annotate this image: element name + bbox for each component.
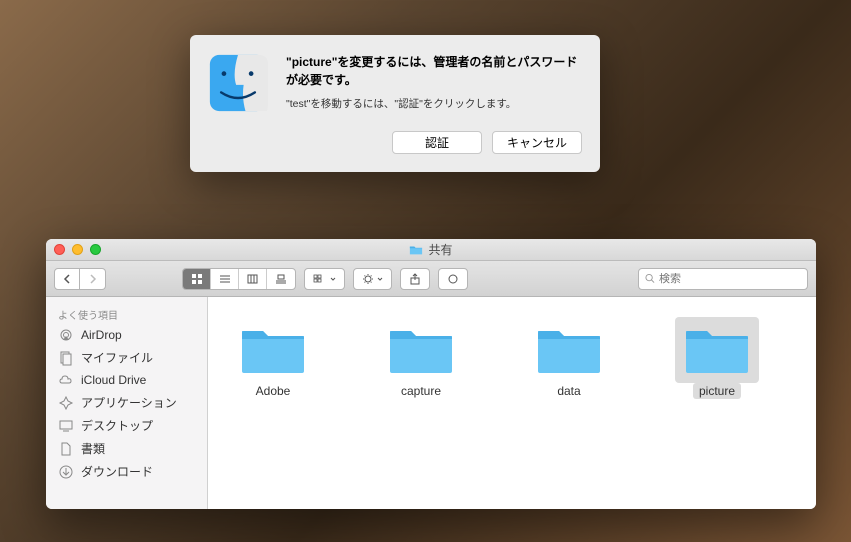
share-button[interactable]: [400, 268, 430, 290]
folder-picture[interactable]: picture: [662, 317, 772, 399]
sidebar-item-apps[interactable]: アプリケーション: [46, 391, 207, 414]
search-field[interactable]: [638, 268, 808, 290]
window-title: 共有: [46, 241, 816, 258]
finder-window: 共有 よく使う項目 AirDrop マイファイル iCloud Driv: [46, 239, 816, 509]
sidebar-item-icloud[interactable]: iCloud Drive: [46, 369, 207, 391]
dialog-message: "test"を移動するには、"認証"をクリックします。: [286, 97, 582, 112]
auth-dialog: "picture"を変更するには、管理者の名前とパスワードが必要です。 "tes…: [190, 35, 600, 172]
cancel-button[interactable]: キャンセル: [492, 131, 582, 154]
folder-Adobe[interactable]: Adobe: [218, 317, 328, 399]
folder-label: picture: [693, 383, 741, 399]
list-view-button[interactable]: [211, 269, 239, 289]
forward-button[interactable]: [80, 268, 106, 290]
content-area[interactable]: Adobe capture data picture: [208, 297, 816, 509]
sidebar-item-myfiles[interactable]: マイファイル: [46, 346, 207, 369]
folder-label: capture: [395, 383, 447, 399]
sidebar-item-desktop[interactable]: デスクトップ: [46, 414, 207, 437]
action-button[interactable]: [353, 268, 392, 290]
icon-view-button[interactable]: [183, 269, 211, 289]
back-button[interactable]: [54, 268, 80, 290]
folder-icon: [675, 317, 759, 383]
sidebar-item-airdrop[interactable]: AirDrop: [46, 324, 207, 346]
toolbar: [46, 261, 816, 297]
folder-capture[interactable]: capture: [366, 317, 476, 399]
folder-icon: [231, 317, 315, 383]
folder-icon: [527, 317, 611, 383]
sidebar: よく使う項目 AirDrop マイファイル iCloud Drive アプリケー…: [46, 297, 208, 509]
arrange-button[interactable]: [304, 268, 345, 290]
zoom-button[interactable]: [90, 244, 101, 255]
search-icon: [645, 273, 655, 284]
folder-label: Adobe: [250, 383, 297, 399]
sidebar-item-downloads[interactable]: ダウンロード: [46, 460, 207, 483]
search-input[interactable]: [659, 273, 801, 285]
folder-icon: [379, 317, 463, 383]
minimize-button[interactable]: [72, 244, 83, 255]
folder-label: data: [551, 383, 586, 399]
dialog-title: "picture"を変更するには、管理者の名前とパスワードが必要です。: [286, 53, 582, 89]
finder-icon: [208, 53, 268, 113]
view-segment: [182, 268, 296, 290]
auth-button[interactable]: 認証: [392, 131, 482, 154]
folder-data[interactable]: data: [514, 317, 624, 399]
tags-button[interactable]: [438, 268, 468, 290]
coverflow-view-button[interactable]: [267, 269, 295, 289]
titlebar: 共有: [46, 239, 816, 261]
sidebar-header: よく使う項目: [46, 303, 207, 324]
close-button[interactable]: [54, 244, 65, 255]
column-view-button[interactable]: [239, 269, 267, 289]
sidebar-item-documents[interactable]: 書類: [46, 437, 207, 460]
